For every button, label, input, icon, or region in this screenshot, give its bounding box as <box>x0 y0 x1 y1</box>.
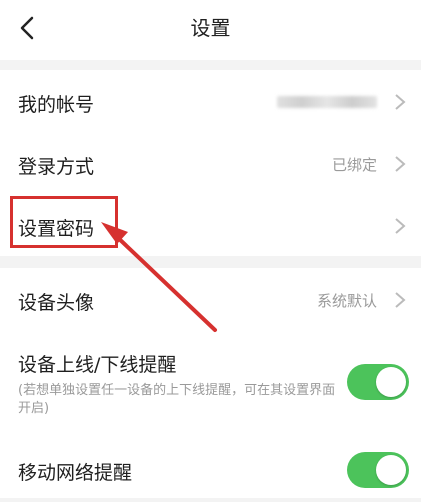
row-label: 设备上线/下线提醒 <box>18 354 177 376</box>
device-online-toggle[interactable] <box>347 364 409 400</box>
row-value: 系统默认 <box>316 292 377 310</box>
mobile-network-toggle[interactable] <box>347 452 409 488</box>
chevron-right-icon <box>395 218 406 234</box>
row-login-method[interactable]: 登录方式 已绑定 <box>0 132 421 196</box>
row-device-avatar[interactable]: 设备头像 系统默认 <box>0 268 421 332</box>
row-device-online-alert: 设备上线/下线提醒 (若想单独设置任一设备的上下线提醒，可在其设置界面开启) <box>0 332 421 428</box>
annotation-highlight-box <box>10 196 118 248</box>
row-subtext: (若想单独设置任一设备的上下线提醒，可在其设置界面开启) <box>18 383 336 416</box>
row-value: 已绑定 <box>331 156 377 174</box>
chevron-right-icon <box>395 94 406 110</box>
row-label: 登录方式 <box>18 156 95 178</box>
settings-group-device: 设备头像 系统默认 设备上线/下线提醒 (若想单独设置任一设备的上下线提醒，可在… <box>0 268 421 498</box>
toggle-knob <box>376 367 406 397</box>
toggle-knob <box>376 455 406 485</box>
row-mobile-network-alert: 移动网络提醒 <box>0 438 421 502</box>
chevron-right-icon <box>395 156 406 172</box>
row-label: 我的帐号 <box>18 94 95 116</box>
row-label: 移动网络提醒 <box>18 462 133 484</box>
page-title: 设置 <box>190 16 231 40</box>
row-my-account[interactable]: 我的帐号 <box>0 70 421 134</box>
obscured-account-value <box>277 96 377 108</box>
chevron-right-icon <box>395 292 406 308</box>
top-bar: 设置 <box>0 0 421 60</box>
row-label: 设备头像 <box>18 292 95 314</box>
